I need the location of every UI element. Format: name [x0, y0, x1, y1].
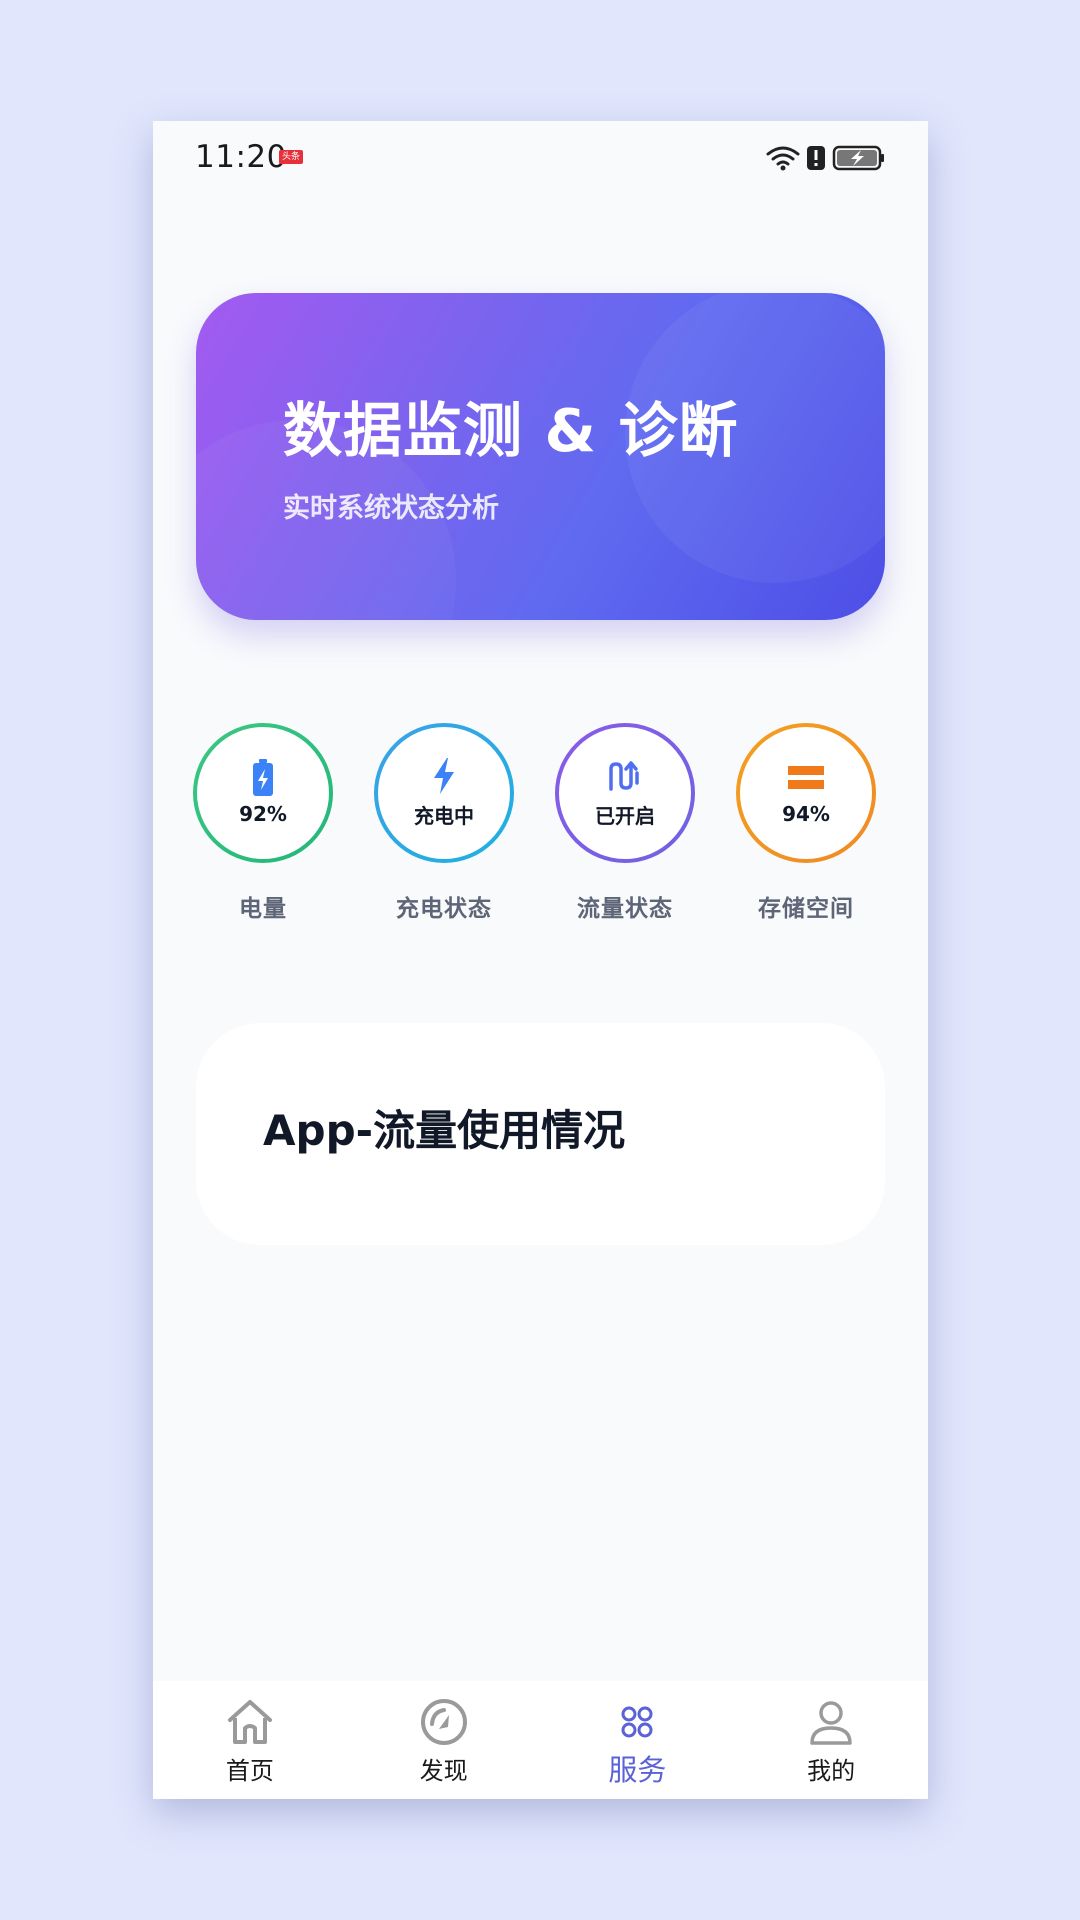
metric-battery[interactable]: 92% 电量: [173, 723, 353, 923]
nav-label: 发现: [419, 1757, 468, 1785]
metric-value: 92%: [239, 802, 287, 826]
hero-subtitle: 实时系统状态分析: [283, 493, 499, 524]
status-icons: [766, 143, 886, 173]
app-traffic-title: App-流量使用情况: [263, 1106, 626, 1155]
nav-item-discover[interactable]: 发现: [347, 1681, 541, 1799]
phone-screen: 11:20 头条 数据监测 & 诊断 实时系统状态分析 92% 电量 充电中 充…: [153, 121, 928, 1799]
metric-value: 已开启: [595, 803, 655, 828]
metric-ring: 92%: [193, 723, 333, 863]
status-time: 11:20: [195, 139, 287, 175]
metric-label: 流量状态: [577, 896, 673, 922]
storage-icon: [786, 760, 826, 796]
nav-item-home[interactable]: 首页: [153, 1681, 347, 1799]
metric-ring: 94%: [736, 723, 876, 863]
nav-label: 服务: [608, 1753, 667, 1787]
wifi-icon: [766, 146, 800, 171]
services-icon: [609, 1697, 665, 1747]
data-transfer-icon: [605, 758, 645, 794]
metric-value: 94%: [782, 802, 830, 826]
lightning-icon: [424, 757, 464, 794]
app-traffic-card[interactable]: App-流量使用情况: [196, 1023, 885, 1245]
alert-icon: [807, 146, 825, 170]
metric-label: 充电状态: [396, 896, 492, 922]
home-icon: [222, 1697, 278, 1747]
discover-icon: [416, 1697, 472, 1747]
nav-label: 我的: [807, 1757, 856, 1785]
status-bar: 11:20 头条: [153, 121, 928, 201]
metric-ring: 已开启: [555, 723, 695, 863]
metric-charging[interactable]: 充电中 充电状态: [354, 723, 534, 923]
battery-charging-icon: [243, 759, 283, 796]
metric-label: 存储空间: [758, 896, 854, 922]
battery-status-icon: [832, 145, 884, 171]
hero-title: 数据监测 & 诊断: [283, 396, 739, 465]
metric-data-traffic[interactable]: 已开启 流量状态: [535, 723, 715, 923]
metric-label: 电量: [239, 896, 287, 922]
nav-item-profile[interactable]: 我的: [734, 1681, 928, 1799]
metric-ring: 充电中: [374, 723, 514, 863]
metrics-row: 92% 电量 充电中 充电状态 已开启 流量状态 94% 存储空间: [153, 723, 928, 923]
metric-storage[interactable]: 94% 存储空间: [716, 723, 896, 923]
nav-label: 首页: [225, 1757, 274, 1785]
hero-banner: 数据监测 & 诊断 实时系统状态分析: [196, 293, 885, 620]
bottom-nav: 首页 发现 服务 我的: [153, 1681, 928, 1799]
metric-value: 充电中: [414, 803, 474, 828]
news-app-badge: 头条: [279, 150, 303, 164]
nav-item-services[interactable]: 服务: [541, 1681, 735, 1799]
profile-icon: [803, 1697, 859, 1747]
